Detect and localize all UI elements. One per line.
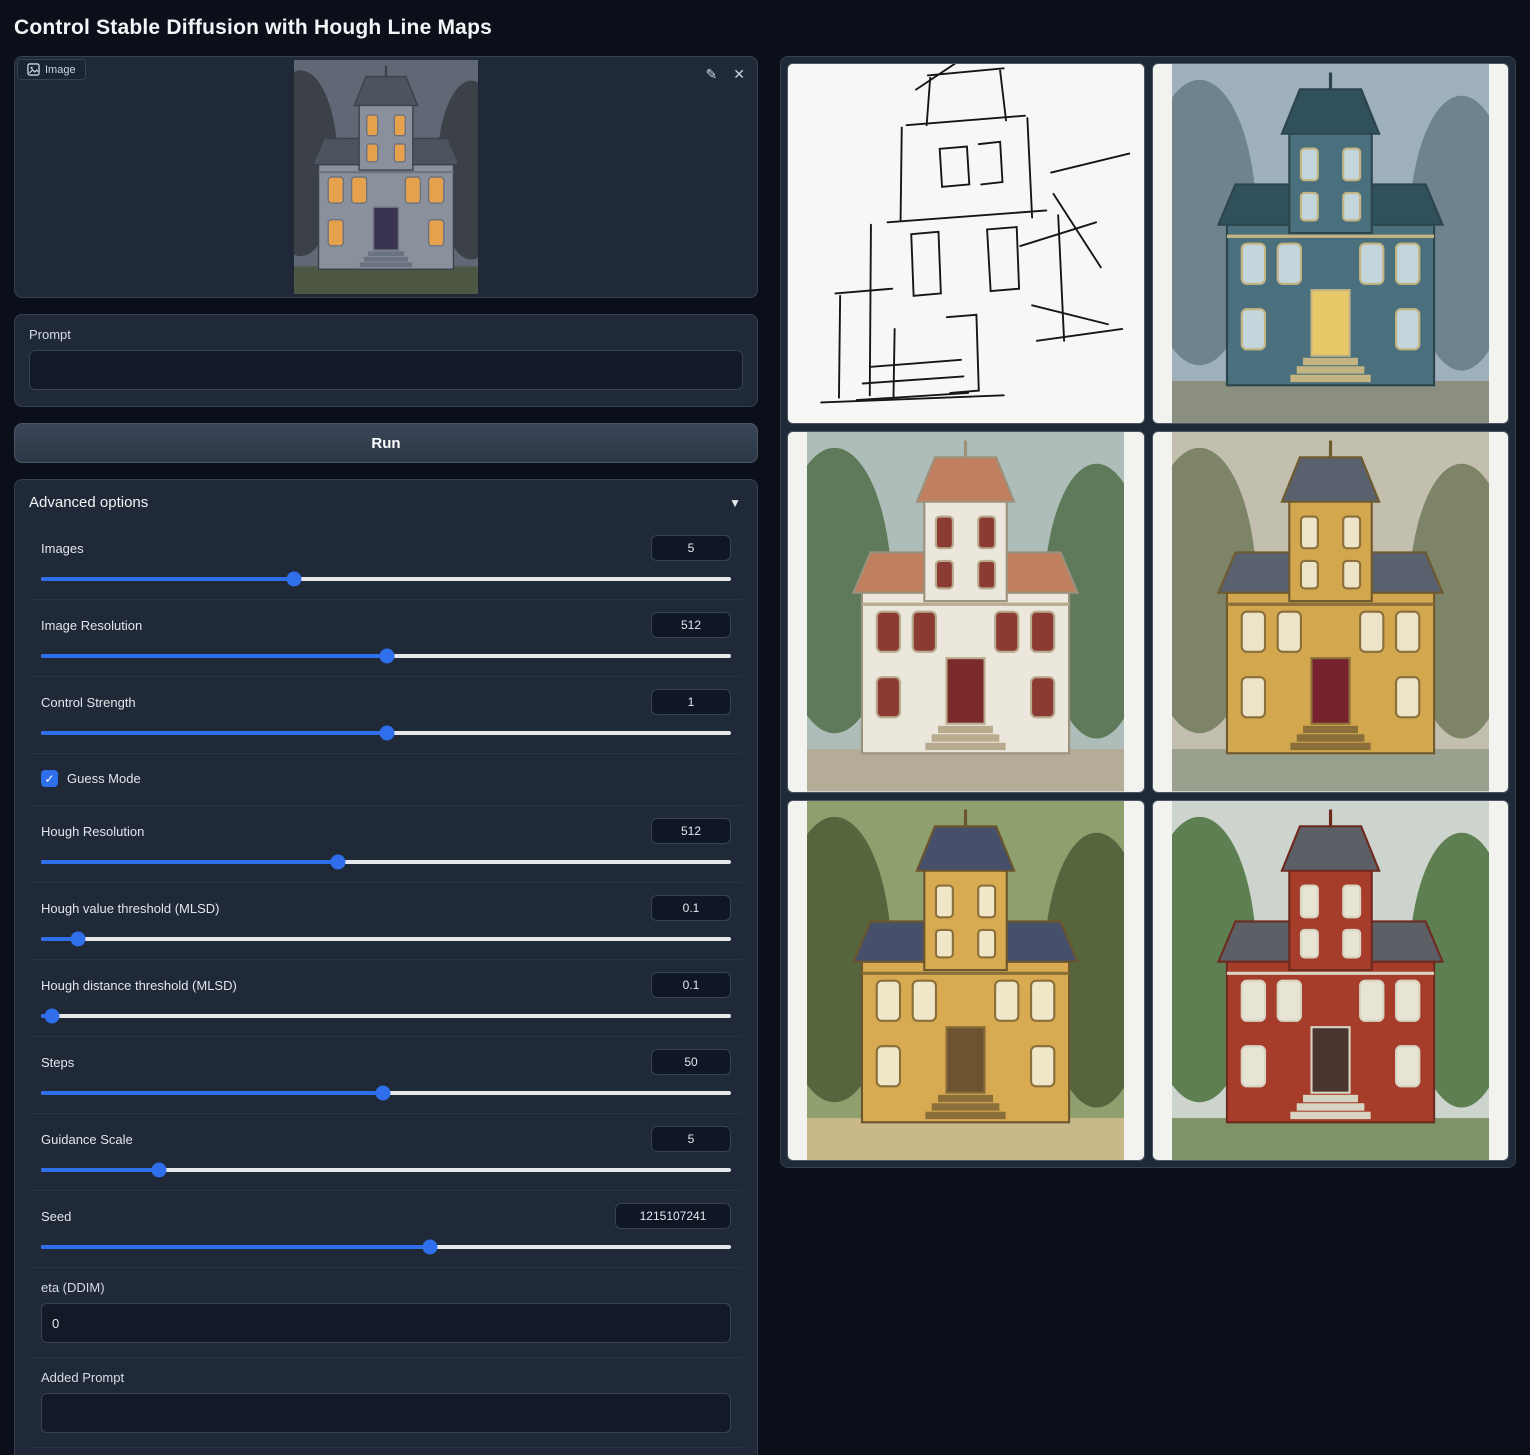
slider-value-input[interactable] [651, 1049, 731, 1075]
collapse-arrow-icon: ▼ [729, 496, 741, 510]
slider-label: Hough distance threshold (MLSD) [41, 978, 237, 993]
gallery-item[interactable] [787, 800, 1145, 1161]
slider-label: Control Strength [41, 695, 136, 710]
slider-label: Steps [41, 1055, 74, 1070]
slider-track[interactable] [41, 860, 731, 864]
gallery-item[interactable] [1152, 63, 1510, 424]
slider-label: Images [41, 541, 84, 556]
slider-value-input[interactable] [615, 1203, 731, 1229]
slider-handle[interactable] [286, 572, 301, 587]
slider-handle[interactable] [423, 1240, 438, 1255]
slider-label: Hough value threshold (MLSD) [41, 901, 219, 916]
slider-value-input[interactable] [651, 535, 731, 561]
slider-value-input[interactable] [651, 972, 731, 998]
advanced-controls: Images Image Resolution Control Strength ✓ G… [15, 523, 757, 1455]
slider-label: Image Resolution [41, 618, 142, 633]
page-title: Control Stable Diffusion with Hough Line… [14, 16, 1516, 40]
control-column: Image ✎ ✕ Prompt Run Advanced options ▼ … [14, 56, 758, 1455]
slider-track[interactable] [41, 1245, 731, 1249]
slider-handle[interactable] [45, 1009, 60, 1024]
text-field-input[interactable] [41, 1393, 731, 1433]
app-root: Control Stable Diffusion with Hough Line… [0, 0, 1530, 1455]
slider-fill [41, 1245, 430, 1249]
prompt-block: Prompt [14, 314, 758, 407]
run-button[interactable]: Run [14, 423, 758, 463]
slider-handle[interactable] [71, 932, 86, 947]
image-icon [27, 63, 40, 76]
slider-value-input[interactable] [651, 895, 731, 921]
slider-fill [41, 731, 387, 735]
victorian-house-photo [294, 60, 478, 294]
advanced-options-block: Advanced options ▼ Images Image Resolutio… [14, 479, 758, 1455]
checkbox-check-icon: ✓ [41, 770, 58, 787]
slider-handle[interactable] [379, 649, 394, 664]
slider-value-input[interactable] [651, 612, 731, 638]
slider-handle[interactable] [379, 726, 394, 741]
input-image-block: Image ✎ ✕ [14, 56, 758, 298]
text-field-input[interactable] [41, 1303, 731, 1343]
gallery-item[interactable] [1152, 431, 1510, 792]
slider-track[interactable] [41, 1014, 731, 1018]
prompt-input[interactable] [29, 350, 743, 390]
result-painting-3 [1172, 432, 1489, 791]
edit-image-button[interactable]: ✎ [704, 65, 720, 83]
gallery-item[interactable] [787, 431, 1145, 792]
result-painting-1 [1172, 64, 1489, 423]
slider-track[interactable] [41, 1091, 731, 1095]
slider-track[interactable] [41, 1168, 731, 1172]
slider-fill [41, 1168, 159, 1172]
slider-fill [41, 1091, 383, 1095]
slider-fill [41, 577, 294, 581]
field-label: Added Prompt [41, 1370, 731, 1385]
advanced-options-title: Advanced options [29, 494, 148, 511]
prompt-label: Prompt [29, 327, 743, 342]
slider-value-input[interactable] [651, 689, 731, 715]
checkbox-label: Guess Mode [67, 771, 141, 786]
clear-image-button[interactable]: ✕ [731, 65, 747, 83]
field-label: eta (DDIM) [41, 1280, 731, 1295]
slider-value-input[interactable] [651, 1126, 731, 1152]
output-gallery [780, 56, 1516, 1168]
guess-mode-checkbox[interactable]: ✓ Guess Mode [41, 766, 731, 791]
slider-track[interactable] [41, 731, 731, 735]
gallery-item[interactable] [1152, 800, 1510, 1161]
slider-track[interactable] [41, 577, 731, 581]
slider-fill [41, 860, 338, 864]
slider-label: Hough Resolution [41, 824, 144, 839]
hough-line-map [788, 64, 1144, 423]
slider-handle[interactable] [151, 1163, 166, 1178]
input-image[interactable] [294, 60, 478, 294]
image-component-label: Image [17, 59, 86, 80]
slider-handle[interactable] [376, 1086, 391, 1101]
slider-track[interactable] [41, 654, 731, 658]
gallery-item[interactable] [787, 63, 1145, 424]
slider-fill [41, 654, 387, 658]
slider-label: Seed [41, 1209, 71, 1224]
advanced-options-header[interactable]: Advanced options ▼ [15, 480, 757, 523]
result-painting-5 [1172, 801, 1489, 1160]
result-painting-4 [807, 801, 1124, 1160]
slider-track[interactable] [41, 937, 731, 941]
slider-label: Guidance Scale [41, 1132, 133, 1147]
result-painting-2 [807, 432, 1124, 791]
slider-value-input[interactable] [651, 818, 731, 844]
slider-handle[interactable] [330, 855, 345, 870]
